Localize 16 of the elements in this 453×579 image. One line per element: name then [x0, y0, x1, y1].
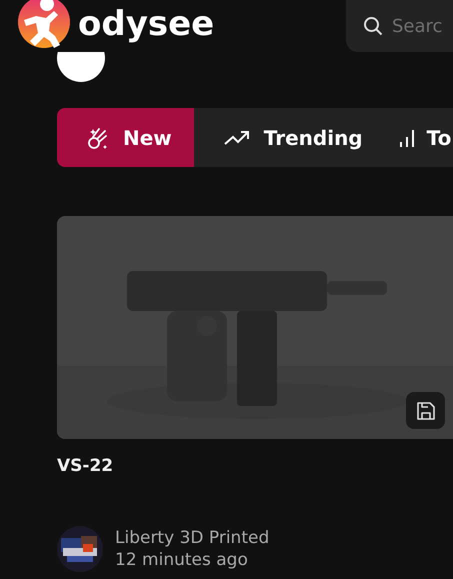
video-title[interactable]: VS-22: [57, 456, 453, 476]
trending-up-icon: [224, 130, 250, 146]
search-field[interactable]: Searc: [346, 0, 453, 52]
bar-chart-icon: [398, 128, 415, 146]
upload-time: 12 minutes ago: [115, 549, 249, 571]
logo-text: odysee: [78, 4, 214, 44]
feed-tab[interactable]: Trending: [194, 108, 385, 167]
save-button[interactable]: [406, 392, 445, 429]
search-icon: [363, 16, 383, 36]
save-icon: [416, 400, 436, 420]
feed-tab[interactable]: To: [384, 108, 452, 167]
channel-name[interactable]: Liberty 3D Printed: [115, 527, 270, 549]
odysee-logo[interactable]: odysee: [18, 0, 214, 47]
feed-tab[interactable]: New: [57, 108, 194, 167]
astronaut-icon: [18, 0, 70, 48]
meteor-icon: [87, 126, 109, 150]
